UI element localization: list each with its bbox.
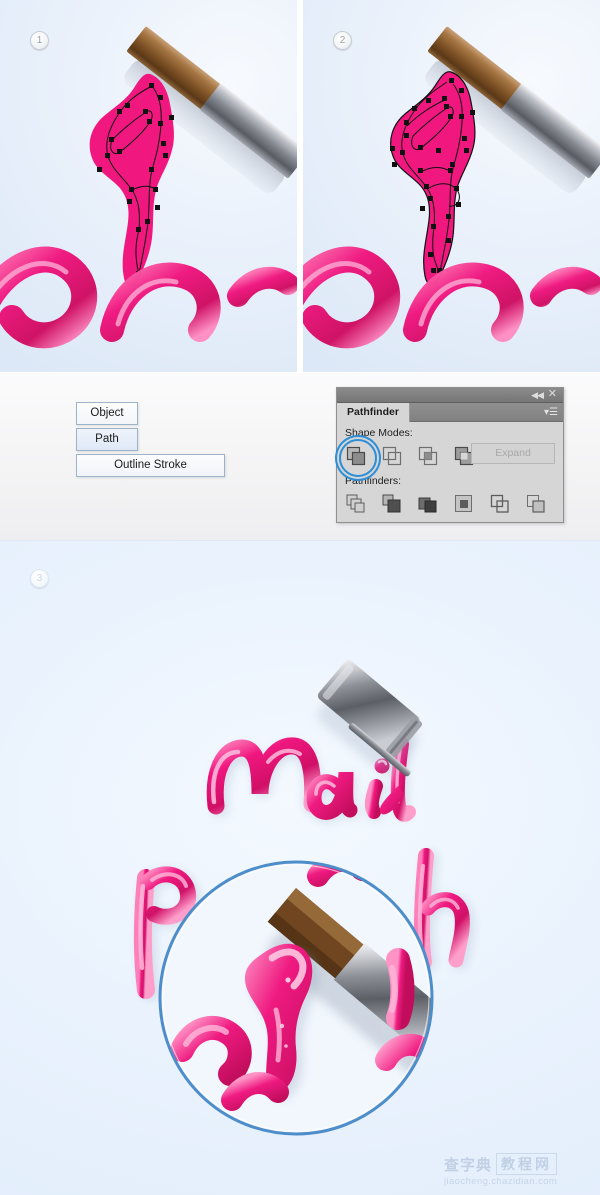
decorative-letters: [0, 246, 297, 349]
watermark: 查字典 教程网 jiaocheng.chazidian.com: [444, 1153, 594, 1189]
decorative-letters-2: [303, 246, 600, 349]
pathfinder-panel: ◀◀ ✕ Pathfinder ▾☰ Shape Modes: Expand P…: [336, 387, 564, 523]
step-badge-3: 3: [30, 569, 49, 588]
pathfinder-outline-icon[interactable]: [489, 493, 511, 515]
panel-body: Shape Modes: Expand Pathfinders:: [337, 422, 563, 522]
shape-mode-intersect-icon[interactable]: [417, 445, 439, 467]
top-artboard-row: 1 2: [0, 0, 600, 372]
step2-illustration: [303, 26, 600, 349]
menu-item-outline-stroke[interactable]: Outline Stroke: [76, 454, 225, 477]
shape-modes-row: Expand: [339, 439, 555, 477]
pathfinder-merge-icon[interactable]: [417, 493, 439, 515]
menu-item-object[interactable]: Object: [76, 402, 138, 425]
step1-illustration: [0, 26, 297, 349]
step3-illustration: [134, 660, 474, 1136]
pathfinder-crop-icon[interactable]: [453, 493, 475, 515]
panel-menu-icon[interactable]: ▾☰: [544, 407, 558, 418]
letter-i: [364, 779, 383, 819]
panel-titlebar: ◀◀ ✕: [337, 388, 563, 403]
pathfinder-divide-icon[interactable]: [345, 493, 367, 515]
shape-modes-label: Shape Modes:: [345, 427, 413, 439]
pathfinders-row: [345, 491, 555, 517]
bottom-top-edge: [0, 540, 600, 541]
letter-a: [306, 771, 358, 820]
band-top-divider: [0, 372, 600, 373]
step-badge-1: 1: [30, 31, 49, 50]
watermark-site-name: 查字典: [444, 1155, 493, 1174]
panel-tabbar: Pathfinder ▾☰: [337, 403, 563, 422]
watermark-section-name: 教程网: [496, 1153, 558, 1175]
tab-pathfinder[interactable]: Pathfinder: [337, 403, 410, 422]
watermark-logo: 查字典 教程网: [444, 1153, 594, 1175]
artboard-step-1: 1: [0, 0, 297, 372]
artboard-step-2: 2: [303, 0, 600, 372]
pathfinder-trim-icon[interactable]: [381, 493, 403, 515]
step-badge-2: 2: [333, 31, 352, 50]
shape-mode-minus-front-icon[interactable]: [381, 445, 403, 467]
tutorial-screenshot: 1 2 Object Path Outline Stroke ◀◀ ✕ Path…: [0, 0, 600, 1195]
menu-item-path[interactable]: Path: [76, 428, 138, 451]
watermark-url: jiaocheng.chazidian.com: [444, 1176, 558, 1187]
collapse-icon[interactable]: ◀◀: [531, 390, 544, 401]
pathfinders-label: Pathfinders:: [345, 475, 402, 487]
expand-button[interactable]: Expand: [471, 443, 555, 464]
artboard-step-3: 3 查字典 教程网 jiaocheng.chazidian.com: [0, 540, 600, 1195]
paint-blob-flat: [89, 73, 174, 287]
shape-mode-unite-icon[interactable]: [339, 439, 377, 477]
close-icon[interactable]: ✕: [548, 389, 557, 400]
pathfinder-minus-back-icon[interactable]: [525, 493, 547, 515]
